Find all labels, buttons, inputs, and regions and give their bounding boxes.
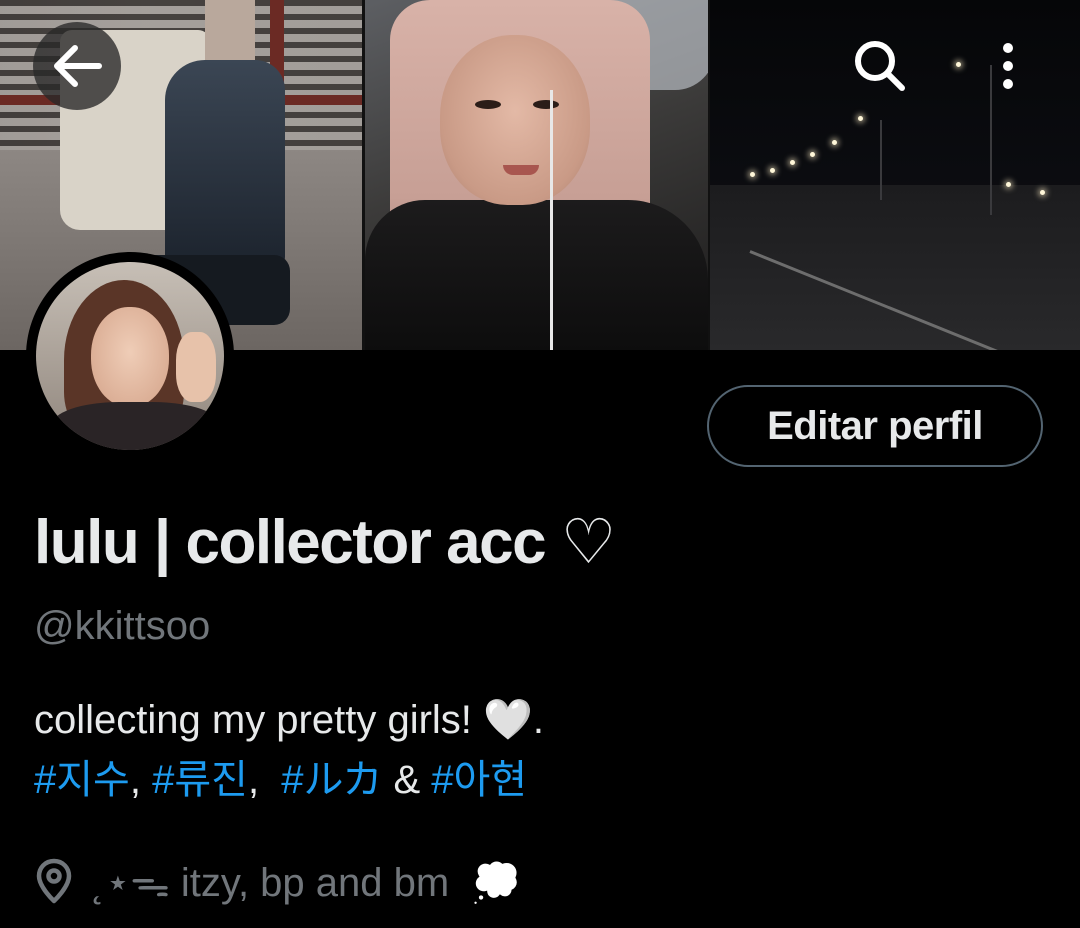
- bio-separator: &: [382, 758, 432, 802]
- location-pin-icon: [36, 858, 72, 903]
- bio: collecting my pretty girls! 🤍. #지수, #류진,…: [34, 690, 544, 810]
- more-vertical-icon: [1003, 43, 1013, 89]
- bio-line-1: collecting my pretty girls! 🤍.: [34, 698, 544, 742]
- arrow-left-icon: [54, 45, 102, 87]
- search-icon: [855, 41, 905, 91]
- location-text: ˛⋆ᯓ itzy, bp and bm 💭: [92, 861, 522, 905]
- avatar[interactable]: [26, 252, 234, 460]
- more-options-button[interactable]: [964, 22, 1052, 110]
- avatar-photo: [36, 262, 224, 450]
- banner-photo-selfie: [365, 0, 708, 350]
- edit-profile-button[interactable]: Editar perfil: [707, 385, 1043, 467]
- bio-separator: ,: [247, 758, 282, 802]
- bio-separator: ,: [129, 758, 153, 802]
- profile-location: ˛⋆ᯓ itzy, bp and bm 💭: [34, 853, 521, 908]
- bio-line-2: #지수, #류진, #ルカ & #아현: [34, 750, 544, 810]
- back-button[interactable]: [33, 22, 121, 110]
- username-handle: @kkittsoo: [34, 604, 211, 648]
- hashtag-ruka[interactable]: #ルカ: [281, 758, 382, 802]
- hashtag-jisoo[interactable]: #지수: [34, 758, 130, 802]
- display-name: lulu | collector acc ♡: [34, 508, 616, 577]
- hashtag-ahyeon[interactable]: #아현: [431, 758, 527, 802]
- search-button[interactable]: [836, 22, 924, 110]
- hashtag-ryujin[interactable]: #류진: [152, 758, 248, 802]
